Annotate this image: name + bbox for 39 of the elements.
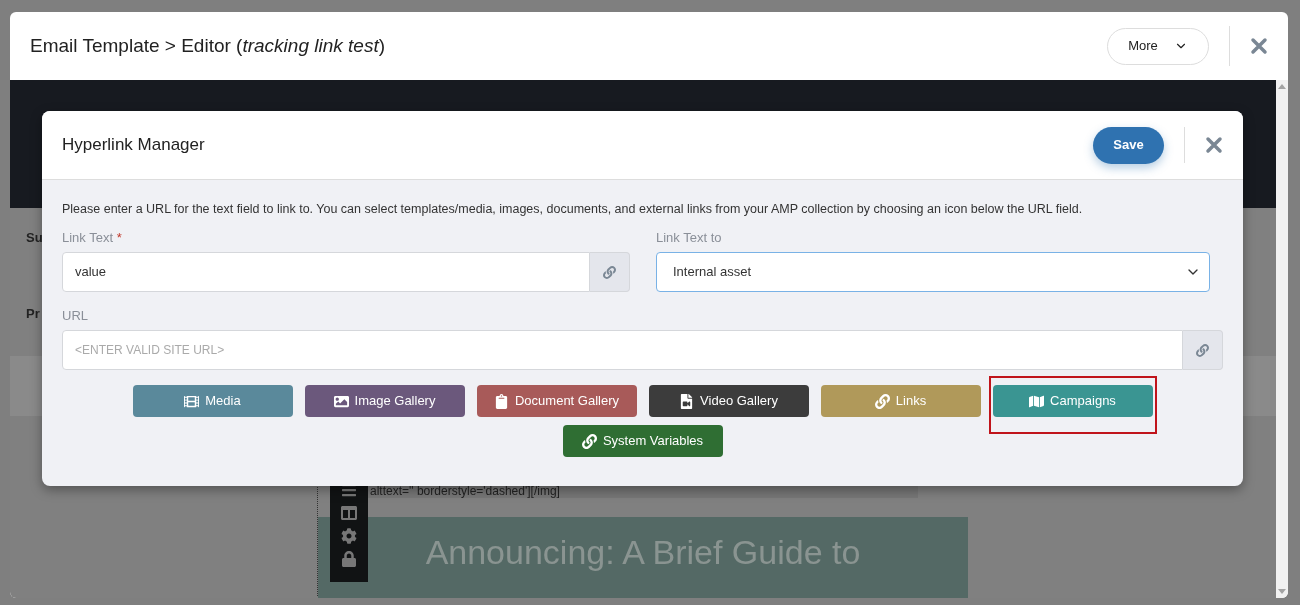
code-text: alttext='' borderstyle='dashed'][/img] <box>370 484 560 498</box>
scroll-up-icon <box>1278 84 1286 89</box>
image-icon <box>333 393 349 409</box>
lock-icon <box>341 551 357 567</box>
asset-button[interactable]: Media <box>132 385 293 417</box>
window-title: Email Template > Editor (tracking link test) <box>30 33 385 58</box>
asset-button[interactable]: Campaigns <box>992 385 1153 417</box>
link-icon <box>874 393 890 409</box>
link-icon <box>1196 343 1209 357</box>
scroll-down-icon <box>1278 589 1286 594</box>
scrollbar[interactable] <box>1276 80 1288 598</box>
asset-button[interactable]: Document Gallery <box>476 385 637 417</box>
more-button[interactable]: More <box>1107 27 1209 65</box>
link-icon <box>581 433 597 449</box>
field-label: URL <box>62 308 89 324</box>
dialog-title: Hyperlink Manager <box>62 134 205 157</box>
clipboard-icon <box>493 393 509 409</box>
field-label: Pr <box>26 305 40 323</box>
link-text-field[interactable]: value <box>62 252 590 292</box>
save-button[interactable]: Save <box>1093 126 1164 164</box>
map-icon <box>1029 393 1045 409</box>
columns-icon <box>341 505 357 521</box>
link-type-select[interactable]: Internal asset <box>656 252 1210 292</box>
asset-button[interactable]: Video Gallery <box>648 385 809 417</box>
asset-button[interactable]: System Variables <box>562 425 723 457</box>
settings-icon <box>341 528 357 544</box>
video-file-icon <box>679 393 695 409</box>
close-icon[interactable] <box>1250 37 1268 55</box>
link-button[interactable] <box>590 252 630 292</box>
field-label: Link Text to <box>656 230 723 246</box>
url-field[interactable]: <ENTER VALID SITE URL> <box>62 330 1183 370</box>
link-button[interactable] <box>1183 330 1223 370</box>
asset-button[interactable]: Image Gallery <box>304 385 465 417</box>
field-label: Su <box>26 229 43 247</box>
field-label: Link Text * <box>62 230 123 246</box>
close-icon[interactable] <box>1205 136 1223 154</box>
film-icon <box>184 393 200 409</box>
link-icon <box>603 265 616 279</box>
instructions-text: Please enter a URL for the text field to link to. You can select templates/media, images, documents, and external links from your AMP collection by choosing an icon below the URL field. <box>62 202 1084 217</box>
